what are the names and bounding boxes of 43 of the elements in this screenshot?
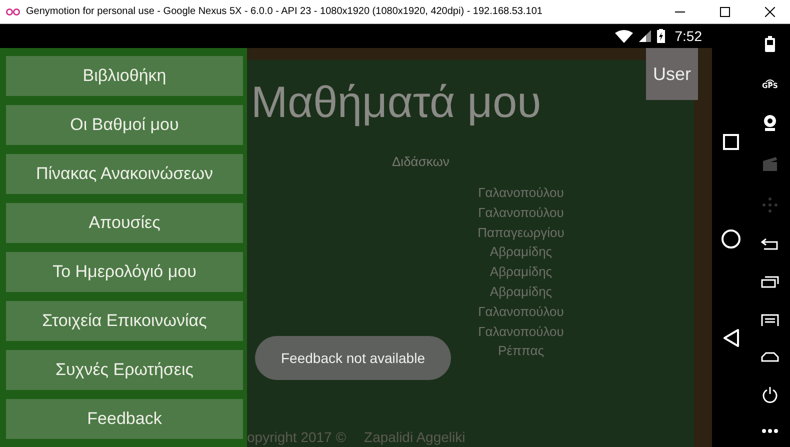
teacher-name: Γαλανοπούλου bbox=[478, 322, 564, 341]
home-outline-icon[interactable] bbox=[761, 352, 779, 362]
drawer-menu-item[interactable]: Συχνές Ερωτήσεις bbox=[6, 350, 243, 390]
maximize-icon[interactable] bbox=[720, 6, 730, 16]
clock-time: 7:52 bbox=[674, 28, 702, 44]
teacher-name: Ρέππας bbox=[498, 342, 544, 360]
teacher-name: Γαλανοπούλου bbox=[478, 204, 564, 222]
close-icon[interactable] bbox=[765, 6, 775, 16]
drawer-menu-item[interactable]: Στοιχεία Επικοινωνίας bbox=[6, 301, 243, 341]
page-title: Μαθήματά μου bbox=[251, 78, 542, 128]
teacher-name: Αβραμίδης bbox=[490, 243, 552, 262]
recents-icon[interactable] bbox=[723, 134, 739, 150]
battery-charging-icon bbox=[656, 29, 665, 43]
teacher-name: Γαλανοπούλου bbox=[478, 184, 564, 202]
home-icon[interactable] bbox=[721, 229, 741, 250]
recent-apps-icon[interactable] bbox=[761, 276, 779, 288]
signal-icon bbox=[638, 30, 651, 42]
wifi-icon bbox=[614, 30, 633, 42]
teacher-name: Αβραμίδης bbox=[490, 282, 552, 301]
drawer-menu-item[interactable]: Απουσίες bbox=[6, 203, 243, 243]
battery-icon[interactable] bbox=[765, 36, 775, 52]
window-title: Genymotion for personal use - Google Nexus 5X - 6.0.0 - API 23 - 1080x1920 (1080x1920, 420dpi) - 192.168.53.101 bbox=[26, 6, 542, 17]
menu-icon[interactable] bbox=[761, 314, 779, 326]
teacher-name: Γαλανοπούλου bbox=[478, 302, 564, 321]
author-name: Zapalidi Aggeliki bbox=[364, 429, 466, 445]
drawer-menu-item[interactable]: Το Ημερολόγιό μου bbox=[6, 252, 243, 292]
app-logo-icon bbox=[6, 8, 20, 16]
webcam-icon[interactable] bbox=[763, 115, 777, 132]
teacher-name: Αβραμίδης bbox=[490, 263, 552, 282]
copyright-text: opyright 2017 © bbox=[247, 429, 346, 445]
power-icon[interactable] bbox=[762, 387, 778, 404]
column-header: Διδάσκων bbox=[392, 154, 450, 169]
back-icon[interactable] bbox=[723, 329, 739, 348]
user-button[interactable]: User bbox=[646, 48, 698, 100]
back-arrow-icon[interactable] bbox=[761, 238, 779, 250]
toast-message: Feedback not available bbox=[255, 336, 451, 380]
teacher-name: Παπαγεωργίου bbox=[478, 224, 564, 242]
more-icon[interactable] bbox=[762, 428, 778, 433]
drawer-menu-item[interactable]: Πίνακας Ανακοινώσεων bbox=[6, 154, 243, 194]
drawer-menu-item[interactable]: Feedback bbox=[6, 399, 243, 439]
signal-waves-icon bbox=[764, 78, 775, 83]
drawer-menu-item[interactable]: Βιβλιοθήκη bbox=[6, 56, 243, 96]
drawer-menu-item[interactable]: Οι Βαθμοί μου bbox=[6, 105, 243, 145]
